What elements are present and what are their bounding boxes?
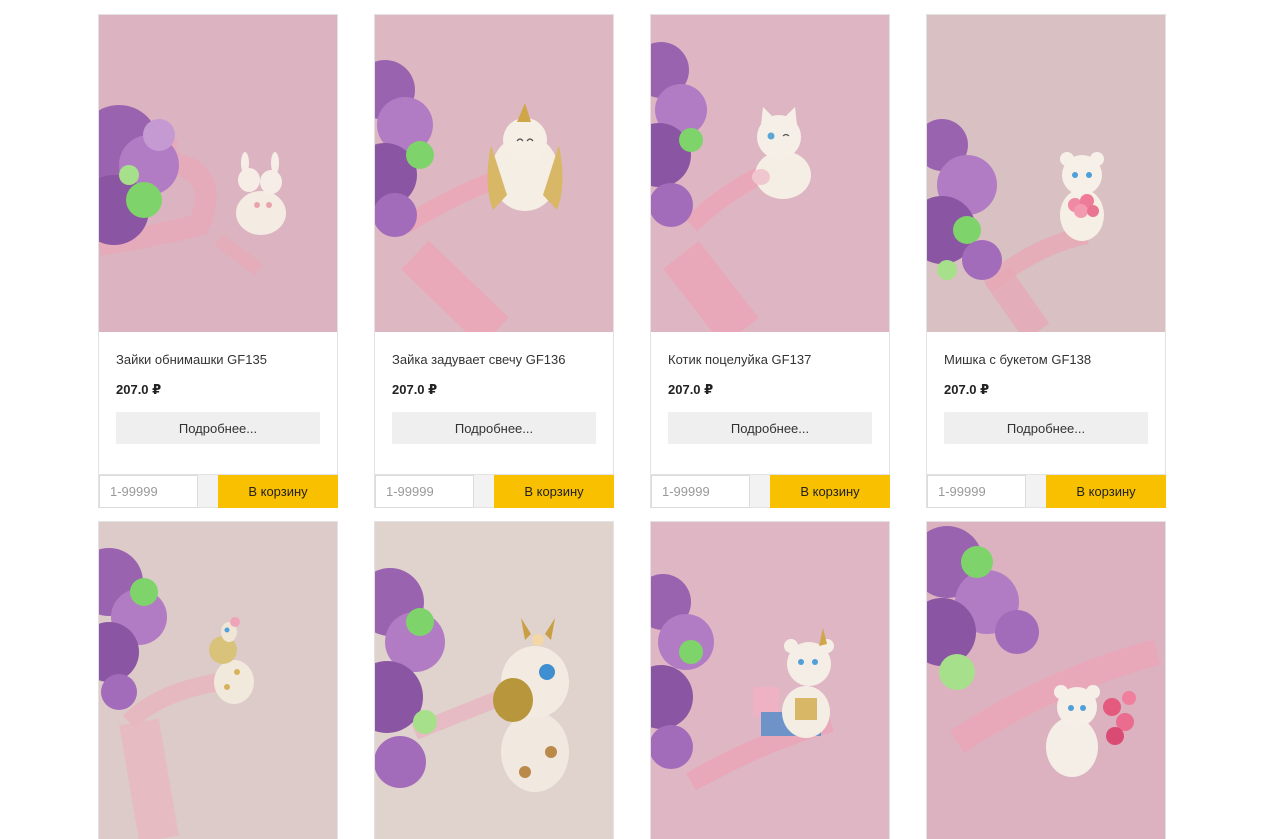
add-to-cart-button[interactable]: В корзину <box>494 475 614 508</box>
buy-row: В корзину <box>927 474 1166 508</box>
details-button[interactable]: Подробнее... <box>392 412 596 444</box>
product-photo[interactable] <box>375 15 613 332</box>
product-card: Зайки обнимашки GF135 207.0 ₽ Подробнее.… <box>98 14 338 508</box>
buy-row: В корзину <box>99 474 338 508</box>
product-title[interactable]: Котик поцелуйка GF137 <box>668 352 872 368</box>
quantity-input[interactable] <box>99 475 198 508</box>
add-to-cart-button[interactable]: В корзину <box>218 475 338 508</box>
product-title[interactable]: Зайка задувает свечу GF136 <box>392 352 596 368</box>
buy-row: В корзину <box>651 474 890 508</box>
product-photo[interactable] <box>99 15 337 332</box>
quantity-input[interactable] <box>651 475 750 508</box>
product-photo[interactable] <box>651 522 889 839</box>
product-price: 207.0 ₽ <box>944 382 990 397</box>
product-card: Зайка задувает свечу GF136 207.0 ₽ Подро… <box>374 14 614 508</box>
product-title[interactable]: Зайки обнимашки GF135 <box>116 352 320 368</box>
product-photo[interactable] <box>927 522 1165 839</box>
product-photo[interactable] <box>927 15 1165 332</box>
product-card <box>650 521 890 839</box>
product-card: Котик поцелуйка GF137 207.0 ₽ Подробнее.… <box>650 14 890 508</box>
details-button[interactable]: Подробнее... <box>116 412 320 444</box>
product-title[interactable]: Мишка с букетом GF138 <box>944 352 1148 368</box>
add-to-cart-button[interactable]: В корзину <box>770 475 890 508</box>
product-card <box>98 521 338 839</box>
product-price: 207.0 ₽ <box>116 382 162 397</box>
product-card <box>374 521 614 839</box>
quantity-input[interactable] <box>375 475 474 508</box>
details-button[interactable]: Подробнее... <box>944 412 1148 444</box>
product-card: Мишка с букетом GF138 207.0 ₽ Подробнее.… <box>926 14 1166 508</box>
details-button[interactable]: Подробнее... <box>668 412 872 444</box>
product-price: 207.0 ₽ <box>392 382 438 397</box>
buy-row: В корзину <box>375 474 614 508</box>
product-card <box>926 521 1166 839</box>
add-to-cart-button[interactable]: В корзину <box>1046 475 1166 508</box>
product-photo[interactable] <box>375 522 613 839</box>
product-photo[interactable] <box>99 522 337 839</box>
product-price: 207.0 ₽ <box>668 382 714 397</box>
product-photo[interactable] <box>651 15 889 332</box>
quantity-input[interactable] <box>927 475 1026 508</box>
